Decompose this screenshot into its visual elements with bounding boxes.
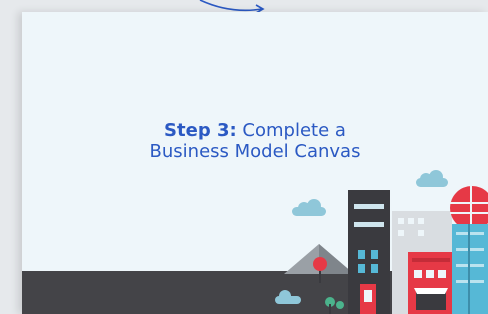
cloud: [275, 290, 301, 304]
step-card[interactable]: Step 3: Complete a Business Model Canvas: [22, 12, 488, 314]
cloud: [292, 199, 326, 216]
dark-tower: [348, 190, 390, 314]
glass-tower: [452, 224, 488, 314]
city-skyline-illustration: [275, 170, 488, 314]
red-storefront: [408, 252, 454, 314]
cloud: [416, 170, 448, 187]
striped-dome: [450, 186, 488, 230]
green-trees: [325, 297, 344, 314]
